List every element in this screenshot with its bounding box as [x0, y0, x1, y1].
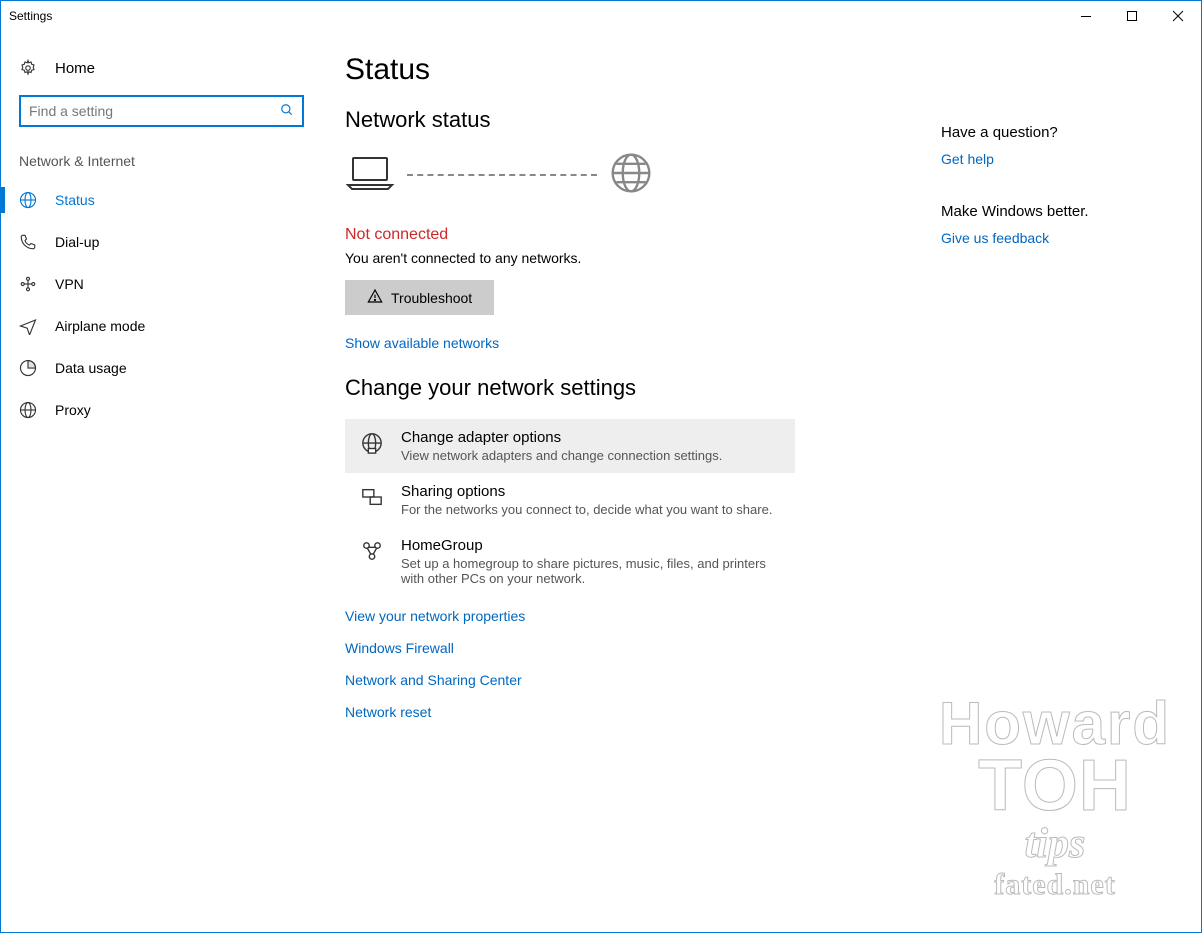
- sidebar-item-label: Dial-up: [55, 234, 99, 250]
- search-box[interactable]: [19, 95, 304, 127]
- warning-icon: [367, 288, 383, 307]
- airplane-icon: [19, 317, 39, 335]
- watermark-line2: TOH: [939, 752, 1171, 820]
- page-title: Status: [345, 53, 905, 87]
- aside: Have a question? Get help Make Windows b…: [941, 124, 1161, 282]
- status-description: You aren't connected to any networks.: [345, 250, 905, 266]
- content: Home Network & Internet Status Dial-up: [1, 31, 1201, 932]
- get-help-link[interactable]: Get help: [941, 151, 1161, 167]
- section-network-status: Network status: [345, 107, 905, 133]
- watermark: Howard TOH tips fated.net: [939, 695, 1171, 902]
- option-desc: For the networks you connect to, decide …: [401, 502, 772, 517]
- window-title: Settings: [9, 9, 52, 23]
- option-sharing[interactable]: Sharing options For the networks you con…: [345, 473, 795, 527]
- troubleshoot-label: Troubleshoot: [391, 290, 472, 306]
- option-homegroup[interactable]: HomeGroup Set up a homegroup to share pi…: [345, 527, 795, 596]
- gear-icon: [19, 59, 39, 77]
- option-desc: Set up a homegroup to share pictures, mu…: [401, 556, 779, 586]
- window-controls: [1063, 1, 1201, 31]
- option-desc: View network adapters and change connect…: [401, 448, 722, 463]
- sidebar-item-label: Status: [55, 192, 95, 208]
- sidebar-section-label: Network & Internet: [1, 149, 311, 179]
- sidebar-item-label: VPN: [55, 276, 84, 292]
- connection-line: [407, 174, 597, 176]
- option-title: Change adapter options: [401, 429, 722, 446]
- option-title: Sharing options: [401, 483, 772, 500]
- watermark-line4: fated.net: [939, 868, 1171, 902]
- option-change-adapter[interactable]: Change adapter options View network adap…: [345, 419, 795, 473]
- laptop-icon: [345, 155, 395, 194]
- phone-icon: [19, 233, 39, 251]
- adapter-icon: [361, 432, 383, 454]
- close-button[interactable]: [1155, 1, 1201, 31]
- section-change-settings: Change your network settings: [345, 375, 905, 401]
- home-button[interactable]: Home: [1, 53, 311, 83]
- globe-icon: [19, 401, 39, 419]
- sidebar-item-status[interactable]: Status: [1, 179, 311, 221]
- maximize-button[interactable]: [1109, 1, 1155, 31]
- sidebar: Home Network & Internet Status Dial-up: [1, 31, 311, 932]
- give-feedback-link[interactable]: Give us feedback: [941, 230, 1161, 246]
- search-input[interactable]: [29, 103, 280, 119]
- option-title: HomeGroup: [401, 537, 779, 554]
- sidebar-item-airplane[interactable]: Airplane mode: [1, 305, 311, 347]
- link-network-sharing-center[interactable]: Network and Sharing Center: [345, 672, 905, 688]
- search-icon: [280, 103, 294, 120]
- minimize-button[interactable]: [1063, 1, 1109, 31]
- link-windows-firewall[interactable]: Windows Firewall: [345, 640, 905, 656]
- data-usage-icon: [19, 359, 39, 377]
- sidebar-item-vpn[interactable]: VPN: [1, 263, 311, 305]
- watermark-line3: tips: [939, 820, 1171, 868]
- sidebar-item-label: Airplane mode: [55, 318, 145, 334]
- home-label: Home: [55, 60, 95, 77]
- main: Status Network status Not connected You …: [311, 31, 1201, 932]
- sidebar-item-datausage[interactable]: Data usage: [1, 347, 311, 389]
- vpn-icon: [19, 275, 39, 293]
- status-title: Not connected: [345, 226, 905, 244]
- sharing-icon: [361, 486, 383, 508]
- globe-icon: [19, 191, 39, 209]
- titlebar: Settings: [1, 1, 1201, 31]
- globe-large-icon: [609, 151, 653, 198]
- show-available-networks-link[interactable]: Show available networks: [345, 335, 499, 351]
- link-network-reset[interactable]: Network reset: [345, 704, 905, 720]
- sidebar-item-label: Proxy: [55, 402, 91, 418]
- sidebar-item-label: Data usage: [55, 360, 127, 376]
- sidebar-item-proxy[interactable]: Proxy: [1, 389, 311, 431]
- aside-feedback-prompt: Make Windows better.: [941, 203, 1161, 220]
- network-diagram: [345, 151, 905, 198]
- homegroup-icon: [361, 540, 383, 562]
- link-view-properties[interactable]: View your network properties: [345, 608, 905, 624]
- sidebar-item-dialup[interactable]: Dial-up: [1, 221, 311, 263]
- aside-question: Have a question?: [941, 124, 1161, 141]
- watermark-line1: Howard: [939, 695, 1171, 752]
- troubleshoot-button[interactable]: Troubleshoot: [345, 280, 494, 315]
